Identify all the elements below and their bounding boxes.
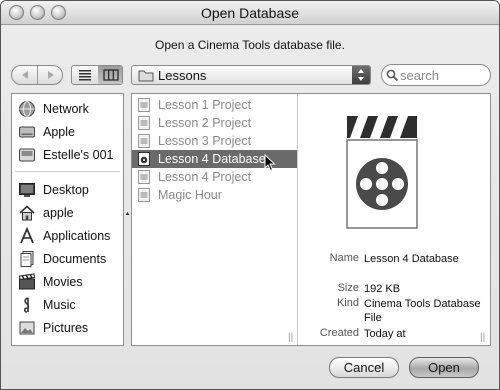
sidebar-splitter[interactable] [124,93,131,346]
cinema-tools-database-icon [346,116,418,229]
sidebar-item-pictures[interactable]: Pictures [18,318,123,338]
preview-resize-icon[interactable]: || [480,332,485,343]
search-icon [386,69,399,82]
mouse-pointer-icon [264,154,276,172]
applications-icon [20,227,34,244]
view-mode-control [71,65,123,85]
preview-pane: Name Lesson 4 Database Size 192 KB Kind … [299,94,490,345]
location-popup[interactable]: Lessons [131,65,371,85]
sidebar-item-desktop[interactable]: Desktop [18,180,123,200]
sidebar-item-movies[interactable]: Movies [18,272,123,292]
open-button[interactable]: Open [409,357,479,378]
project-file-icon [138,170,150,184]
sidebar-item-apple-home[interactable]: apple [18,203,123,223]
info-name-key: Name [329,252,359,264]
info-kind-key: Kind [336,297,359,309]
file-item-lesson-2-project[interactable]: Lesson 2 Project [132,114,297,132]
cinema-tools-database-icon [138,152,150,166]
project-file-icon [138,116,150,130]
sidebar-item-documents[interactable]: Documents [18,249,123,269]
forward-arrow-icon [48,71,54,79]
sidebar-item-network[interactable]: Network [18,99,123,119]
music-icon [23,297,30,313]
title-bar: Open Database [1,1,499,25]
back-button[interactable] [12,66,38,84]
open-database-dialog: Open Database Open a Cinema Tools databa… [0,0,500,390]
sidebar-item-music[interactable]: Music [18,295,123,315]
info-size-key: Size [337,282,359,294]
pictures-icon [19,321,35,335]
info-kind-value: Cinema Tools Database File [364,298,481,324]
network-globe-icon [19,101,35,117]
movies-icon [18,273,36,290]
hard-drive-icon [19,126,35,138]
sidebar-item-apple[interactable]: Apple [18,122,123,142]
info-size-value: 192 KB [364,283,401,295]
sidebar-item-estelles-001[interactable]: Estelle's 001 [18,145,123,165]
desktop-icon [19,183,35,197]
project-file-icon [138,134,150,148]
file-browser: Lesson 1 Project Lesson 2 Project Lesson… [131,93,491,346]
file-item-lesson-1-project[interactable]: Lesson 1 Project [132,96,297,114]
splitter-handle-icon [125,212,130,215]
project-file-icon [138,98,150,112]
disk-icon [19,148,35,162]
search-field[interactable]: search [381,64,491,86]
file-column: Lesson 1 Project Lesson 2 Project Lesson… [132,94,298,345]
home-icon [19,205,35,221]
back-arrow-icon [22,71,28,79]
cancel-button[interactable]: Cancel [329,357,399,378]
info-name-value: Lesson 4 Database [364,253,459,265]
project-file-icon [138,188,150,202]
file-item-magic-hour[interactable]: Magic Hour [132,186,297,204]
info-created-key: Created [319,327,359,339]
folder-icon [138,70,154,82]
info-created-value: Today at [364,328,406,340]
forward-button[interactable] [38,66,64,84]
sidebar-item-applications[interactable]: Applications [18,226,123,246]
location-label: Lessons [158,68,207,83]
window-title: Open Database [200,5,300,21]
column-resize-icon[interactable]: || [288,332,293,343]
list-view-icon [79,70,91,81]
popup-arrows-icon [352,66,370,84]
back-forward-control [11,65,63,85]
search-placeholder: search [400,68,440,83]
sidebar: Network Apple Estelle's 001 Desktop appl… [11,93,124,346]
list-view-button[interactable] [72,66,98,84]
column-view-button[interactable] [98,66,122,84]
documents-icon [20,251,34,267]
dialog-prompt: Open a Cinema Tools database file. [155,38,345,52]
file-item-lesson-3-project[interactable]: Lesson 3 Project [132,132,297,150]
column-view-icon [103,69,119,81]
